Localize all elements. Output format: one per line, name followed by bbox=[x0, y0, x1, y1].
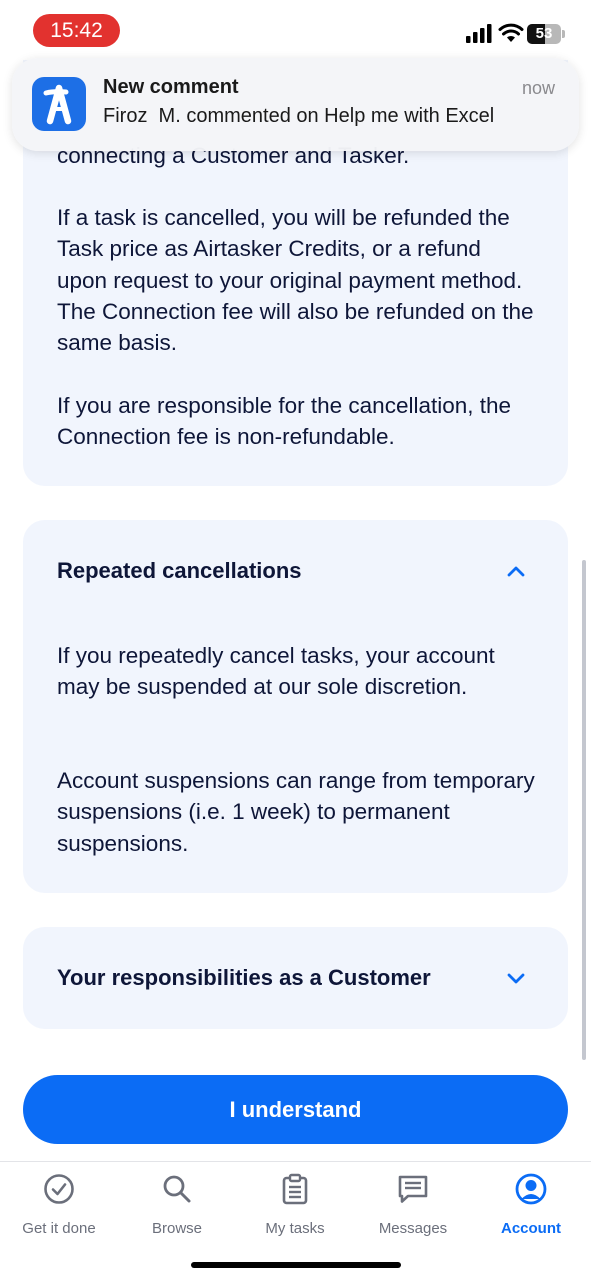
screen: connecting a Customer and Tasker. If a t… bbox=[0, 0, 591, 1280]
home-indicator[interactable] bbox=[191, 1262, 401, 1268]
tab-label: Messages bbox=[378, 1220, 448, 1237]
repeated-cancellations-paragraph-1: If you repeatedly cancel tasks, your acc… bbox=[57, 643, 495, 700]
tab-messages[interactable]: Messages bbox=[354, 1170, 472, 1240]
section-title-repeated-cancellations[interactable]: Repeated cancellations bbox=[57, 558, 302, 584]
notification-body: Firoz M. commented on Help me with Excel bbox=[103, 105, 495, 127]
battery-tip bbox=[562, 30, 565, 38]
notification-time: now bbox=[521, 78, 555, 98]
responsibility-paragraph: If you are responsible for the cancellat… bbox=[57, 393, 512, 450]
tab-my-tasks[interactable]: My tasks bbox=[236, 1170, 354, 1240]
notification-banner[interactable]: New comment now Firoz M. commented on He… bbox=[12, 58, 579, 151]
chevron-up-icon[interactable] bbox=[505, 560, 527, 582]
tab-get-it-done[interactable]: Get it done bbox=[0, 1170, 118, 1240]
repeated-cancellations-paragraph-2: Account suspensions can range from tempo… bbox=[57, 768, 535, 856]
tab-account[interactable]: Account bbox=[472, 1170, 590, 1240]
status-time: 15:42 bbox=[33, 14, 120, 47]
tab-label: My tasks bbox=[265, 1220, 325, 1237]
refund-paragraph: If a task is cancelled, you will be refu… bbox=[57, 205, 534, 356]
battery-icon: 53 bbox=[527, 24, 561, 44]
account-icon bbox=[515, 1173, 547, 1205]
airtasker-logo-icon bbox=[32, 77, 86, 131]
tab-label: Browse bbox=[151, 1220, 203, 1237]
battery-percent: 53 bbox=[535, 25, 553, 42]
clipboard-icon bbox=[282, 1173, 308, 1205]
chevron-down-icon[interactable] bbox=[505, 967, 527, 989]
notification-title: New comment bbox=[103, 76, 239, 98]
chat-icon bbox=[398, 1175, 428, 1203]
wifi-icon bbox=[498, 23, 524, 42]
tab-browse[interactable]: Browse bbox=[118, 1170, 236, 1240]
scrollbar[interactable] bbox=[582, 560, 586, 1060]
search-icon bbox=[163, 1175, 191, 1203]
check-circle-icon bbox=[44, 1174, 74, 1204]
tab-label: Get it done bbox=[22, 1220, 96, 1237]
cellular-signal-icon bbox=[466, 24, 492, 43]
i-understand-button[interactable]: I understand bbox=[23, 1075, 568, 1144]
tab-label: Account bbox=[501, 1220, 561, 1237]
section-title-customer-responsibilities[interactable]: Your responsibilities as a Customer bbox=[57, 965, 431, 991]
